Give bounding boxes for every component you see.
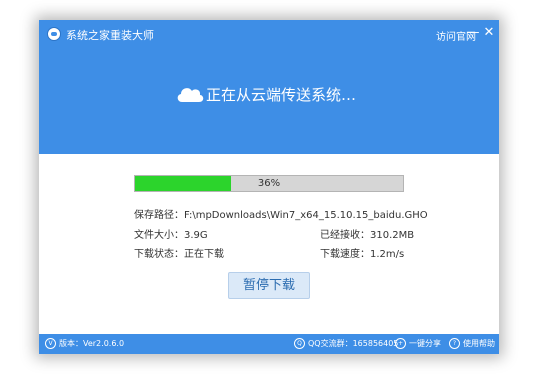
installer-window: 系统之家重装大师 访问官网 — ✕ 正在从云端传送系统… 36% 保存路径：F:…: [39, 20, 499, 354]
footer-bar: V 版本：Ver2.0.6.0 Q QQ交流群：165856405 + 一键分享 ? 使…: [39, 334, 499, 354]
version-text: 版本：Ver2.0.6.0: [59, 339, 125, 348]
file-size-text: 文件大小：3.9G: [134, 230, 208, 241]
qq-icon: Q: [294, 338, 305, 349]
save-path-text: 保存路径：F:\mpDownloads\Win7_x64_15.10.15_ba…: [134, 210, 428, 221]
share-text: 一键分享: [409, 339, 441, 348]
share-button[interactable]: + 一键分享: [395, 334, 441, 354]
cloud-icon: [177, 88, 204, 102]
minimize-icon[interactable]: —: [466, 26, 480, 40]
app-title: 系统之家重装大师: [66, 29, 154, 42]
close-icon[interactable]: ✕: [482, 26, 496, 40]
header-banner: 系统之家重装大师 访问官网 — ✕ 正在从云端传送系统…: [39, 20, 499, 154]
received-text: 已经接收：310.2MB: [320, 230, 415, 241]
help-text: 使用帮助: [463, 339, 495, 348]
app-logo-icon: [47, 27, 61, 41]
title-bar[interactable]: 系统之家重装大师 访问官网 — ✕: [39, 20, 499, 48]
qq-group-text: QQ交流群：165856405: [308, 339, 399, 348]
share-icon: +: [395, 338, 406, 349]
help-button[interactable]: ? 使用帮助: [449, 334, 495, 354]
pause-download-button[interactable]: 暂停下载: [228, 272, 310, 299]
version-icon: V: [45, 338, 56, 349]
download-status-text: 下载状态：正在下载: [134, 249, 224, 260]
download-speed-text: 下载速度：1.2m/s: [320, 249, 405, 260]
download-progress-bar: 36%: [134, 175, 404, 192]
version-info: V 版本：Ver2.0.6.0: [45, 334, 124, 354]
progress-percent: 36%: [257, 178, 281, 189]
qq-group-link[interactable]: Q QQ交流群：165856405: [294, 334, 398, 354]
transfer-status-heading: 正在从云端传送系统…: [206, 86, 357, 104]
help-icon: ?: [449, 338, 460, 349]
